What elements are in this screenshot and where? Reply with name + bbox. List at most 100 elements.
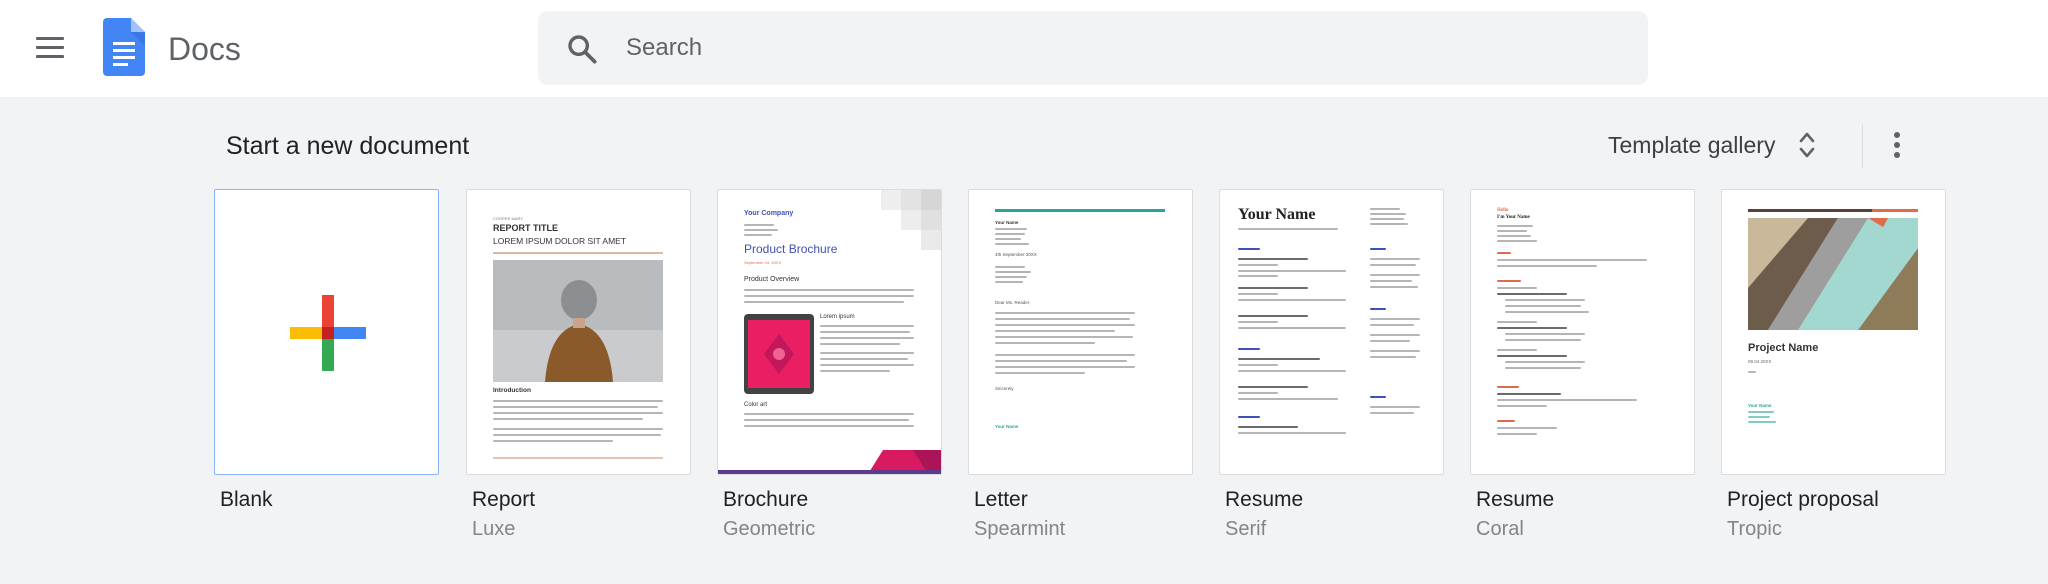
more-vert-icon-dot	[1894, 152, 1900, 158]
preview-text-line	[1370, 318, 1420, 320]
preview-text-line	[1238, 275, 1278, 277]
preview-text-line	[1370, 340, 1410, 342]
template-report-luxe[interactable]: COOPER MARY REPORT TITLE LOREM IPSUM DOL…	[466, 189, 691, 540]
preview-text-line	[1238, 398, 1338, 400]
template-thumbnail[interactable]	[214, 189, 439, 475]
preview-text-line	[1505, 333, 1585, 335]
preview-corner-pattern	[881, 190, 941, 250]
preview-text-line	[744, 229, 778, 231]
preview-text-line	[1238, 364, 1278, 366]
preview-text-line	[1497, 327, 1567, 329]
template-subtitle: Geometric	[723, 518, 816, 540]
template-thumbnail[interactable]: Project Name 09.04.20XX Your Name	[1721, 189, 1946, 475]
preview-color-art: Color art	[744, 402, 768, 408]
preview-text-line	[1497, 265, 1597, 267]
preview-phone-image	[744, 314, 814, 394]
more-options-button[interactable]	[1882, 124, 1912, 166]
preview-text-line	[1370, 223, 1408, 225]
preview-section-heading	[1497, 386, 1519, 388]
section-title: Start a new document	[226, 132, 470, 160]
preview-text-line	[1497, 287, 1537, 289]
template-thumbnail[interactable]: COOPER MARY REPORT TITLE LOREM IPSUM DOL…	[466, 189, 691, 475]
preview-title: Product Brochure	[744, 242, 838, 256]
search-input[interactable]	[626, 25, 1616, 71]
preview-date: 4th September 20XX	[995, 252, 1037, 257]
preview-text-line	[493, 434, 661, 436]
preview-text-line	[1238, 315, 1308, 317]
preview-text-line	[1370, 264, 1416, 266]
preview-text-line	[744, 289, 914, 291]
preview-title: Project Name	[1748, 342, 1819, 354]
preview-section-heading	[1370, 308, 1386, 310]
preview-text-line	[1238, 299, 1346, 301]
template-name: Blank	[220, 488, 273, 511]
preview-text-line	[1497, 235, 1531, 237]
preview-text-line	[1748, 421, 1776, 423]
more-vert-icon-dot	[1894, 142, 1900, 148]
preview-text-line	[1238, 258, 1308, 260]
preview-text-line	[493, 418, 643, 420]
app-name[interactable]: Docs	[168, 29, 241, 69]
preview-text-line	[493, 428, 663, 430]
template-name: Resume	[1225, 488, 1304, 511]
preview-text-line	[1370, 274, 1420, 276]
preview-footer-rule	[493, 457, 663, 459]
template-thumbnail[interactable]: Hello I'm Your Name	[1470, 189, 1695, 475]
template-blank[interactable]: Blank	[214, 189, 439, 511]
preview-text-line	[995, 318, 1130, 320]
preview-text-line	[744, 295, 914, 297]
preview-subtitle: LOREM IPSUM DOLOR SIT AMET	[493, 236, 627, 246]
template-gallery-button[interactable]: Template gallery	[1608, 124, 1817, 166]
search-bar[interactable]	[538, 11, 1648, 85]
menu-icon-bar	[36, 55, 64, 58]
preview-text-line	[1370, 286, 1418, 288]
preview-text-line	[1238, 358, 1320, 360]
preview-contact: Your Name	[1748, 403, 1772, 408]
preview-text-line	[995, 228, 1027, 230]
preview-text-line	[744, 413, 914, 415]
search-icon[interactable]	[566, 33, 598, 65]
preview-text-line	[744, 234, 772, 236]
docs-logo-icon[interactable]	[103, 18, 145, 76]
preview-heading: Introduction	[493, 387, 531, 394]
preview-text-line	[1370, 412, 1414, 414]
preview-text-line	[1497, 399, 1637, 401]
template-letter-spearmint[interactable]: Your Name 4th September 20XX Dear Ms. Re…	[968, 189, 1193, 540]
preview-text-line	[1370, 350, 1420, 352]
more-vert-icon-dot	[1894, 132, 1900, 138]
header-divider	[1862, 124, 1863, 168]
preview-text-line	[820, 337, 914, 339]
template-subtitle: Luxe	[472, 518, 516, 540]
preview-text-line	[820, 364, 914, 366]
template-thumbnail[interactable]: Your Company Product Brochure September …	[717, 189, 942, 475]
template-thumbnail[interactable]: Your Name 4th September 20XX Dear Ms. Re…	[968, 189, 1193, 475]
preview-name: I'm Your Name	[1497, 215, 1530, 220]
template-resume-coral[interactable]: Hello I'm Your Name Resume Coral	[1470, 189, 1695, 540]
preview-text-line	[1238, 287, 1308, 289]
preview-text-line	[1238, 264, 1278, 266]
preview-kicker: COOPER MARY	[493, 216, 523, 221]
template-name: Report	[472, 488, 536, 511]
preview-geometric-art	[1748, 218, 1918, 330]
preview-text-line	[820, 331, 910, 333]
preview-text-line	[1238, 327, 1346, 329]
preview-text-line	[995, 243, 1029, 245]
preview-text-line	[820, 370, 890, 372]
main-menu-button[interactable]	[34, 34, 66, 62]
preview-text-line	[1497, 230, 1527, 232]
template-project-proposal-tropic[interactable]: Project Name 09.04.20XX Your Name Projec…	[1721, 189, 1946, 540]
preview-text-line	[995, 276, 1027, 278]
preview-section-heading	[1370, 248, 1386, 250]
template-brochure-geometric[interactable]: Your Company Product Brochure September …	[717, 189, 942, 540]
preview-text-line	[493, 412, 663, 414]
template-thumbnail[interactable]: Your Name	[1219, 189, 1444, 475]
preview-text-line	[1370, 356, 1416, 358]
preview-text-line	[744, 425, 914, 427]
template-resume-serif[interactable]: Your Name Resume Serif	[1219, 189, 1444, 540]
template-name: Brochure	[723, 488, 809, 511]
preview-text-line	[1370, 258, 1420, 260]
preview-section-heading	[1497, 420, 1515, 422]
preview-text-line	[1238, 293, 1278, 295]
preview-date: 09.04.20XX	[1748, 359, 1772, 364]
preview-text-line	[1505, 311, 1589, 313]
